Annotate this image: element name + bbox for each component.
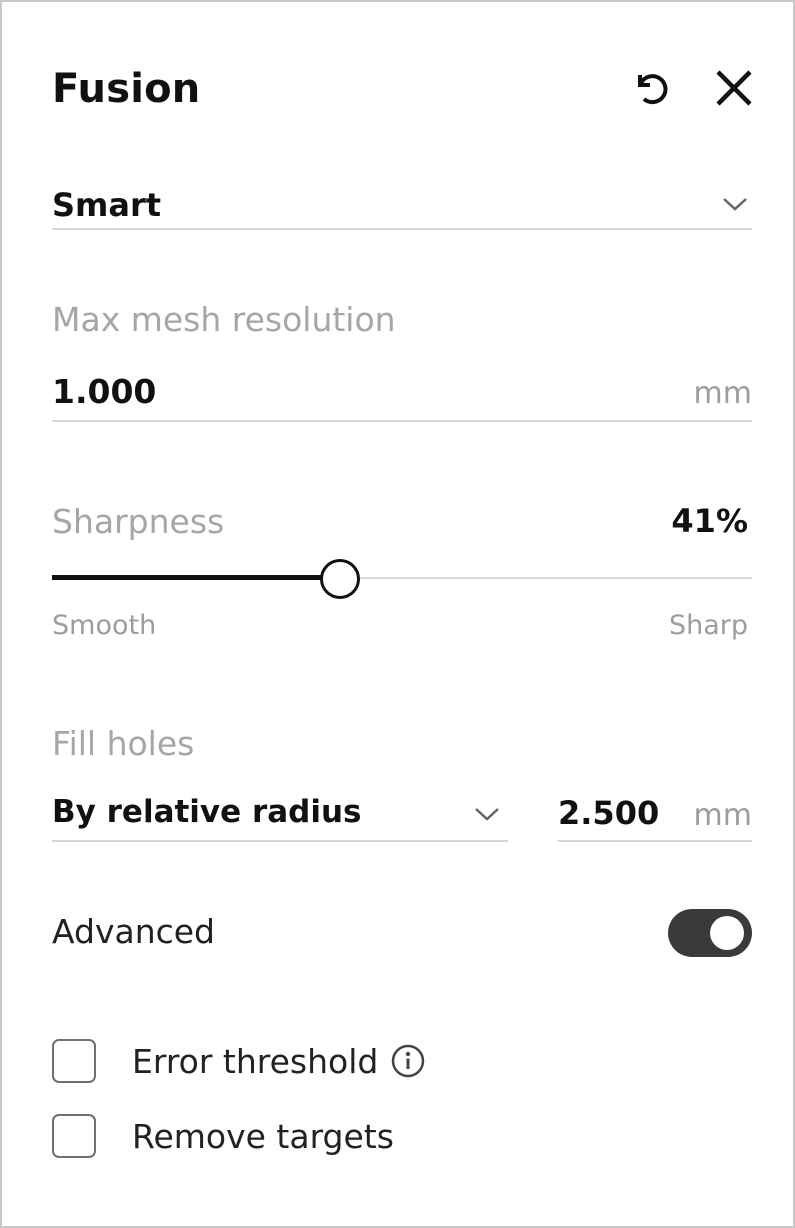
fill-holes-radius-input[interactable]: 2.500 mm <box>558 788 752 842</box>
undo-arrow-icon <box>638 74 668 105</box>
sharpness-label: Sharpness <box>52 502 225 541</box>
slider-max-label: Sharp <box>668 610 748 641</box>
fill-holes-method-select[interactable]: By relative radius <box>52 788 508 842</box>
close-button[interactable] <box>710 64 758 112</box>
max-mesh-label: Max mesh resolution <box>52 300 396 339</box>
max-mesh-input[interactable]: 1.000 mm <box>52 368 752 422</box>
max-mesh-value: 1.000 <box>52 372 157 411</box>
close-x-icon <box>716 70 752 106</box>
fusion-panel: Fusion Smart Max mesh resolution 1.000 m… <box>0 0 795 1228</box>
chevron-down-icon <box>475 808 499 821</box>
fill-holes-radius-unit: mm <box>693 798 752 833</box>
remove-targets-checkbox[interactable] <box>52 1114 96 1158</box>
error-threshold-option[interactable]: Error threshold <box>52 1037 426 1085</box>
advanced-toggle[interactable] <box>668 909 752 957</box>
mode-select[interactable]: Smart <box>52 180 752 230</box>
remove-targets-label: Remove targets <box>132 1116 394 1156</box>
toggle-knob <box>710 916 744 950</box>
max-mesh-unit: mm <box>693 376 752 411</box>
chevron-down-icon <box>723 198 747 211</box>
advanced-label: Advanced <box>52 912 216 951</box>
sharpness-slider[interactable] <box>52 558 752 599</box>
fill-holes-method-value: By relative radius <box>52 794 362 830</box>
panel-title: Fusion <box>52 66 201 112</box>
error-threshold-checkbox[interactable] <box>52 1039 96 1083</box>
fill-holes-radius-value: 2.500 <box>558 794 660 832</box>
error-threshold-label: Error threshold <box>132 1041 379 1081</box>
remove-targets-option[interactable]: Remove targets <box>52 1112 394 1160</box>
slider-thumb[interactable] <box>320 559 360 599</box>
info-circle-icon[interactable] <box>390 1043 426 1079</box>
fill-holes-label: Fill holes <box>52 724 195 763</box>
slider-min-label: Smooth <box>52 610 157 641</box>
sharpness-value: 41% <box>671 502 748 540</box>
reset-button[interactable] <box>624 64 672 112</box>
slider-fill <box>52 575 339 580</box>
mode-select-value: Smart <box>52 186 162 224</box>
